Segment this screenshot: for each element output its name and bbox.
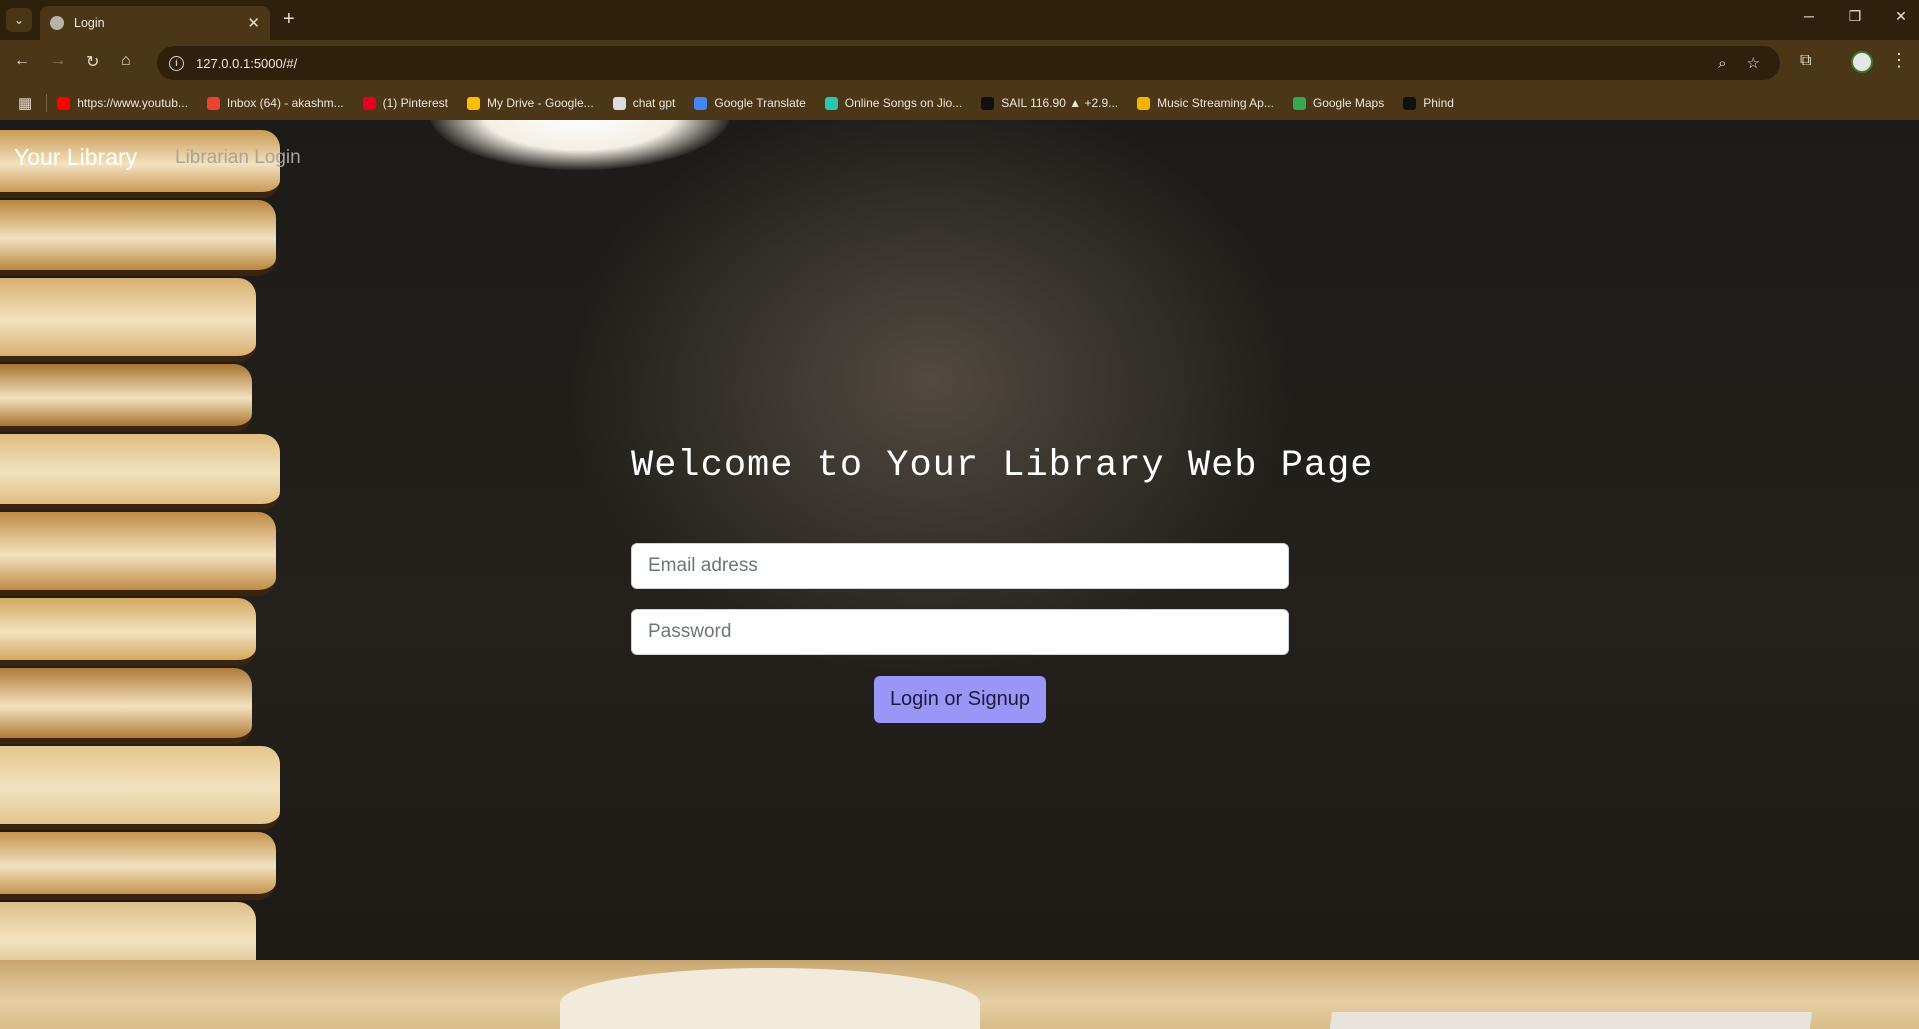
login-signup-button[interactable]: Login or Signup (874, 676, 1046, 723)
page-title: Welcome to Your Library Web Page (631, 445, 1374, 487)
bookmark-item[interactable]: Music Streaming Ap... (1137, 96, 1274, 110)
book-stack-image (0, 120, 360, 1029)
plus-icon[interactable]: + (283, 8, 295, 31)
keyboard-image (1327, 1012, 1813, 1029)
extensions-icon[interactable]: ⧉ (1800, 52, 1811, 70)
globe-icon (50, 16, 64, 30)
bookmark-label: https://www.youtub... (77, 96, 188, 110)
bookmark-label: Phind (1423, 96, 1454, 110)
book-image (0, 434, 280, 510)
bookmarks-bar: ▦ https://www.youtub... Inbox (64) - akas… (0, 86, 1919, 120)
book-image (0, 746, 280, 830)
bookmark-label: Google Translate (714, 96, 806, 110)
more-menu-icon[interactable]: ⋮ (1890, 50, 1908, 71)
bookmark-item[interactable]: Phind (1403, 96, 1454, 110)
bookmark-favicon-icon (1292, 96, 1306, 110)
tab-bar: ⌄ Login ✕ + ─ ❐ ✕ (0, 0, 1919, 40)
bookmark-item[interactable]: Google Maps (1292, 96, 1385, 110)
bookmark-item[interactable]: SAIL 116.90 ▲ +2.9... (981, 96, 1118, 110)
bookmark-item[interactable]: https://www.youtub... (57, 96, 188, 110)
bookmark-item[interactable]: Inbox (64) - akashm... (206, 96, 344, 110)
navbar-brand[interactable]: Your Library (14, 144, 137, 171)
bookmark-item[interactable]: My Drive - Google... (466, 96, 594, 110)
lamp-light-image (430, 120, 730, 170)
bookmark-label: My Drive - Google... (486, 96, 594, 110)
book-image (0, 512, 276, 596)
reload-icon[interactable]: ↻ (86, 52, 99, 72)
librarian-login-link[interactable]: Librarian Login (175, 147, 301, 169)
bookmark-label: Music Streaming Ap... (1157, 96, 1274, 110)
forward-icon[interactable]: → (50, 52, 66, 70)
bookmarks-divider (46, 94, 48, 112)
bookmark-label: Inbox (64) - akashm... (226, 96, 344, 110)
book-image (0, 832, 276, 900)
bookmark-item[interactable]: Google Translate (694, 96, 806, 110)
bookmark-favicon-icon (694, 96, 708, 110)
home-icon[interactable]: ⌂ (121, 52, 131, 70)
window-controls: ─ ❐ ✕ (1801, 8, 1909, 25)
minimize-icon[interactable]: ─ (1801, 8, 1817, 25)
tab-login[interactable]: Login ✕ (40, 6, 270, 40)
bookmark-label: (1) Pinterest (382, 96, 448, 110)
bookmark-label: Online Songs on Jio... (844, 96, 963, 110)
bookmark-label: chat gpt (632, 96, 676, 110)
apps-grid-icon[interactable]: ▦ (18, 94, 32, 112)
bookmark-favicon-icon (824, 96, 838, 110)
open-book-image (560, 968, 980, 1029)
close-window-icon[interactable]: ✕ (1893, 8, 1909, 25)
restore-icon[interactable]: ❐ (1847, 8, 1863, 25)
bookmark-favicon-icon (362, 96, 376, 110)
bookmark-item[interactable]: chat gpt (612, 96, 676, 110)
bookmark-favicon-icon (981, 96, 995, 110)
bookmark-favicon-icon (1137, 96, 1151, 110)
email-field[interactable] (631, 543, 1289, 589)
bookmark-favicon-icon (612, 96, 626, 110)
address-bar[interactable]: i 127.0.0.1:5000/#/ ⌕ ☆ (157, 46, 1780, 80)
browser-toolbar: ← → ↻ ⌂ i 127.0.0.1:5000/#/ ⌕ ☆ ⧉ ⋮ (0, 40, 1919, 86)
book-image (0, 364, 252, 432)
book-image (0, 598, 256, 666)
password-field[interactable] (631, 609, 1289, 655)
login-page: Your Library Librarian Login Welcome to … (0, 120, 1919, 1029)
zoom-icon[interactable]: ⌕ (1718, 55, 1726, 72)
star-icon[interactable]: ☆ (1747, 54, 1760, 72)
avatar[interactable] (1851, 51, 1873, 73)
tab-search-chevron-icon[interactable]: ⌄ (6, 8, 32, 32)
book-image (0, 668, 252, 744)
bookmark-favicon-icon (1403, 96, 1417, 110)
bookmark-item[interactable]: Online Songs on Jio... (824, 96, 963, 110)
bookmark-favicon-icon (466, 96, 480, 110)
book-image (0, 200, 276, 276)
book-image (0, 278, 256, 362)
close-icon[interactable]: ✕ (247, 14, 260, 32)
bookmark-favicon-icon (206, 96, 220, 110)
tab-title: Login (74, 16, 105, 30)
back-icon[interactable]: ← (14, 52, 30, 70)
bookmark-list: https://www.youtub... Inbox (64) - akashm… (57, 96, 1473, 110)
bookmark-item[interactable]: (1) Pinterest (362, 96, 448, 110)
site-info-icon[interactable]: i (169, 55, 184, 71)
bookmark-label: Google Maps (1312, 96, 1385, 110)
url-text[interactable]: 127.0.0.1:5000/#/ (196, 56, 1718, 71)
bookmark-label: SAIL 116.90 ▲ +2.9... (1001, 96, 1119, 110)
bookmark-favicon-icon (57, 96, 71, 110)
